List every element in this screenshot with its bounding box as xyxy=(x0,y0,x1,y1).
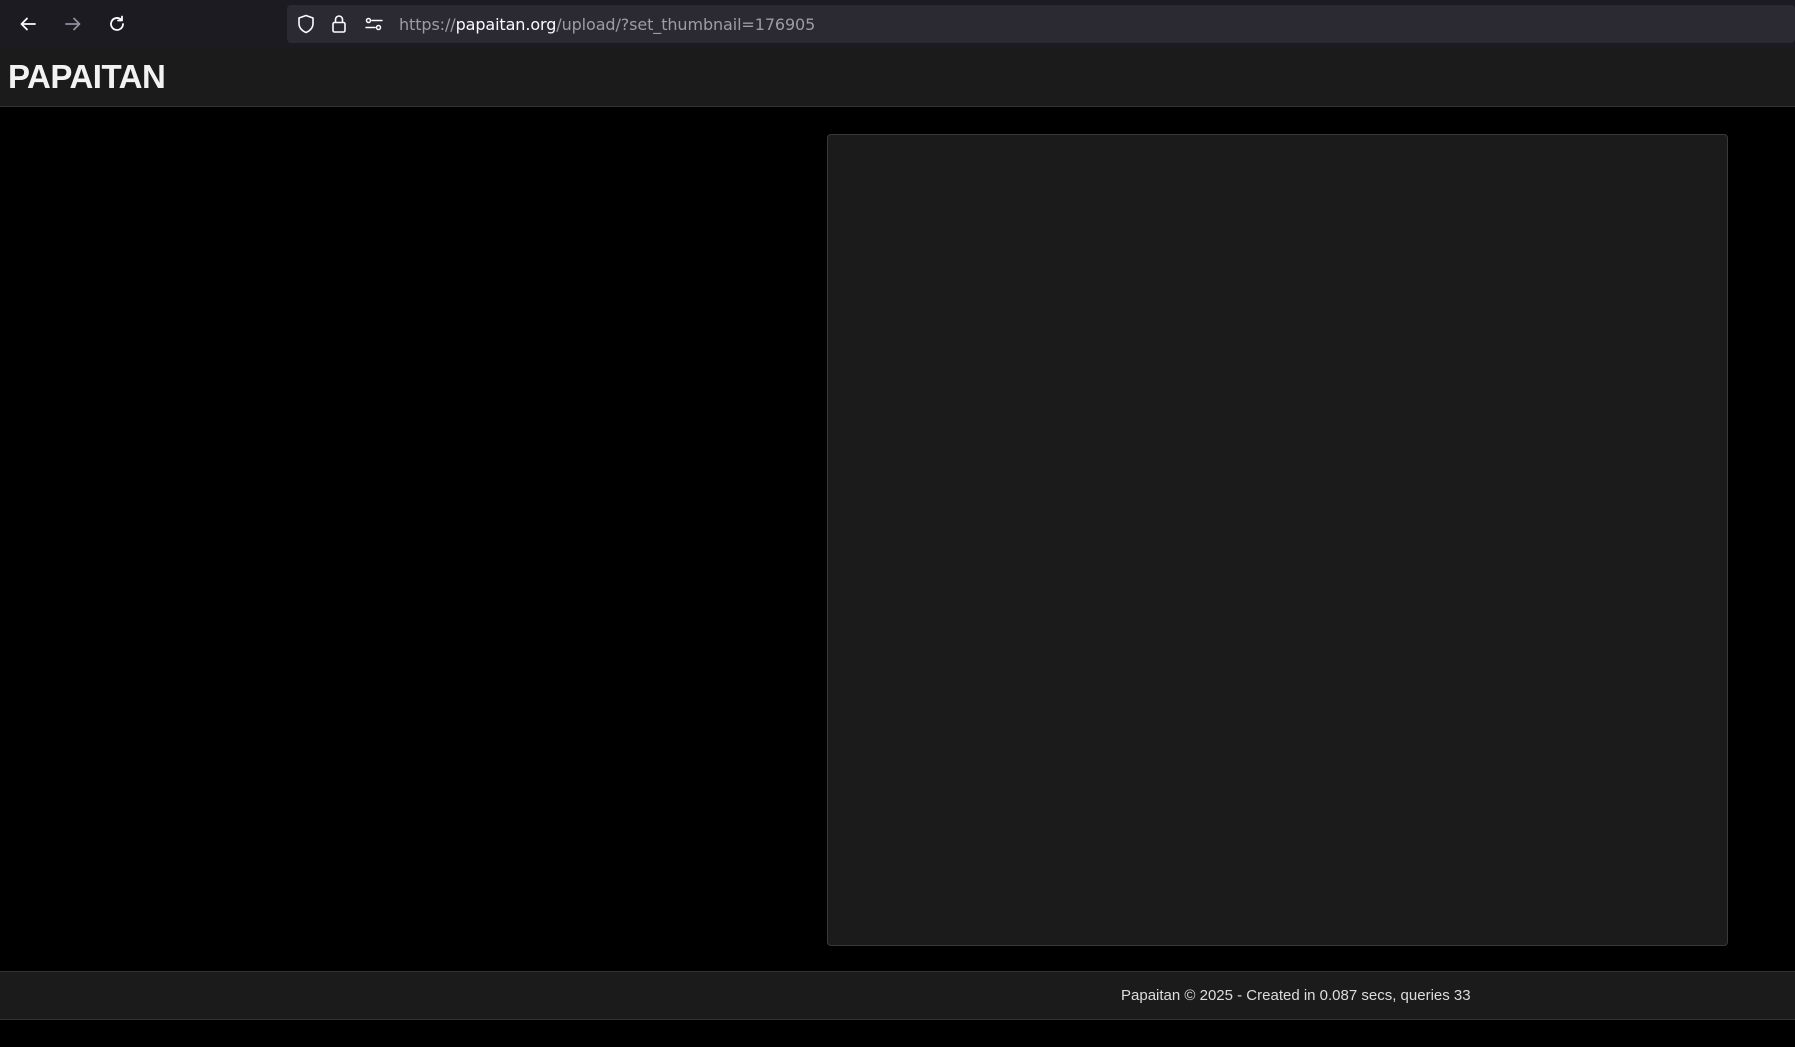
reload-icon xyxy=(110,15,124,31)
site-logo[interactable]: PAPAITAN xyxy=(8,58,166,96)
lock-icon[interactable] xyxy=(329,14,349,34)
browser-toolbar: https://papaitan.org/upload/?set_thumbna… xyxy=(0,0,1795,48)
url-text[interactable]: https://papaitan.org/upload/?set_thumbna… xyxy=(399,15,815,34)
forward-button[interactable] xyxy=(59,10,87,38)
back-button[interactable] xyxy=(14,10,42,38)
footer-text: Papaitan © 2025 - Created in 0.087 secs,… xyxy=(1121,987,1471,1004)
site-header: PAPAITAN xyxy=(0,48,1795,107)
arrow-right-icon xyxy=(65,17,81,31)
url-path: /upload/?set_thumbnail=176905 xyxy=(556,15,816,34)
arrow-left-icon xyxy=(20,17,36,31)
reload-button[interactable] xyxy=(103,10,131,38)
site-footer: Papaitan © 2025 - Created in 0.087 secs,… xyxy=(0,971,1795,1020)
url-domain: papaitan.org xyxy=(455,15,557,34)
shield-icon[interactable] xyxy=(296,14,316,34)
thumbnail-panel xyxy=(827,134,1728,946)
address-bar[interactable]: https://papaitan.org/upload/?set_thumbna… xyxy=(287,5,1795,43)
url-scheme: https:// xyxy=(399,15,456,34)
sliders-icon[interactable] xyxy=(364,14,384,34)
